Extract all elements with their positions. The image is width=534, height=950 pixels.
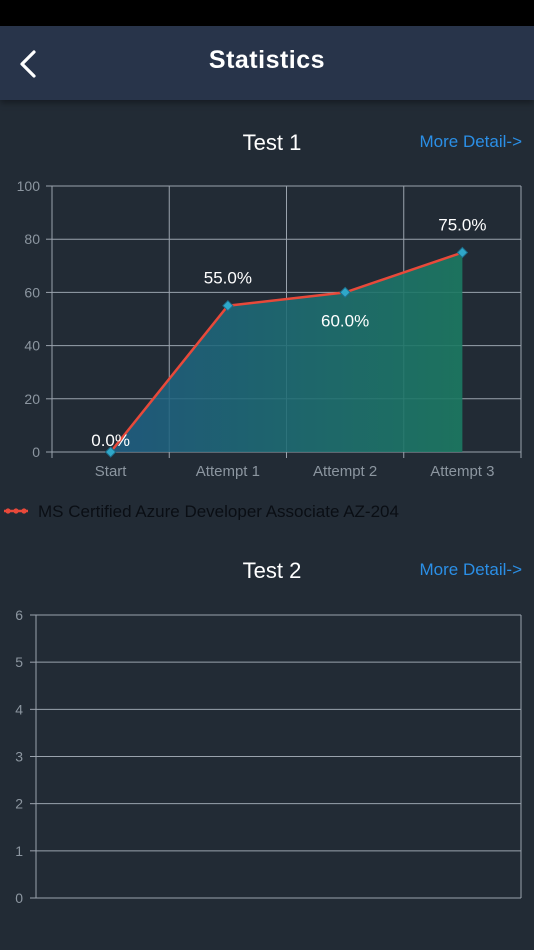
status-bar (0, 0, 534, 26)
x-tick-label: Attempt 2 (313, 463, 377, 480)
y-tick-label: 20 (24, 391, 40, 407)
y-tick-label: 1 (15, 843, 23, 859)
test2-chart: 0 1 2 3 4 5 6 (15, 607, 522, 905)
y-tick-label: 0 (32, 444, 40, 460)
data-label: 0.0% (91, 431, 130, 450)
data-label: 55.0% (204, 269, 252, 288)
test1-chart: 0 20 40 60 80 100 Start Attempt 1 Attempt 2 Attem… (4, 178, 522, 520)
y-tick-label: 5 (15, 654, 23, 670)
y-tick-label: 40 (24, 338, 40, 354)
y-tick-label: 4 (15, 701, 23, 717)
page-title: Statistics (208, 46, 326, 74)
test1-title: Test 1 (242, 130, 302, 155)
x-tick-label: Start (95, 463, 128, 480)
y-tick-label: 100 (17, 178, 41, 194)
y-tick-label: 6 (15, 607, 23, 623)
x-tick-label: Attempt 3 (430, 463, 494, 480)
data-label: 75.0% (438, 216, 486, 235)
y-tick-label: 0 (15, 890, 23, 905)
legend-marker (21, 508, 27, 514)
legend-marker (5, 508, 11, 514)
test1-more-detail-link[interactable]: More Detail-> (419, 132, 522, 152)
legend-label: MS Certified Azure Developer Associate A… (38, 502, 399, 520)
test2-title: Test 2 (242, 558, 302, 583)
y-tick-label: 2 (15, 796, 23, 812)
test2-more-detail-link[interactable]: More Detail-> (419, 560, 522, 580)
legend-marker (13, 508, 19, 514)
x-tick-label: Attempt 1 (196, 463, 260, 480)
y-tick-label: 60 (24, 284, 40, 300)
y-tick-label: 3 (15, 749, 23, 765)
y-tick-label: 80 (24, 231, 40, 247)
nav-bar: Statistics (0, 26, 534, 100)
data-label: 60.0% (321, 311, 369, 330)
